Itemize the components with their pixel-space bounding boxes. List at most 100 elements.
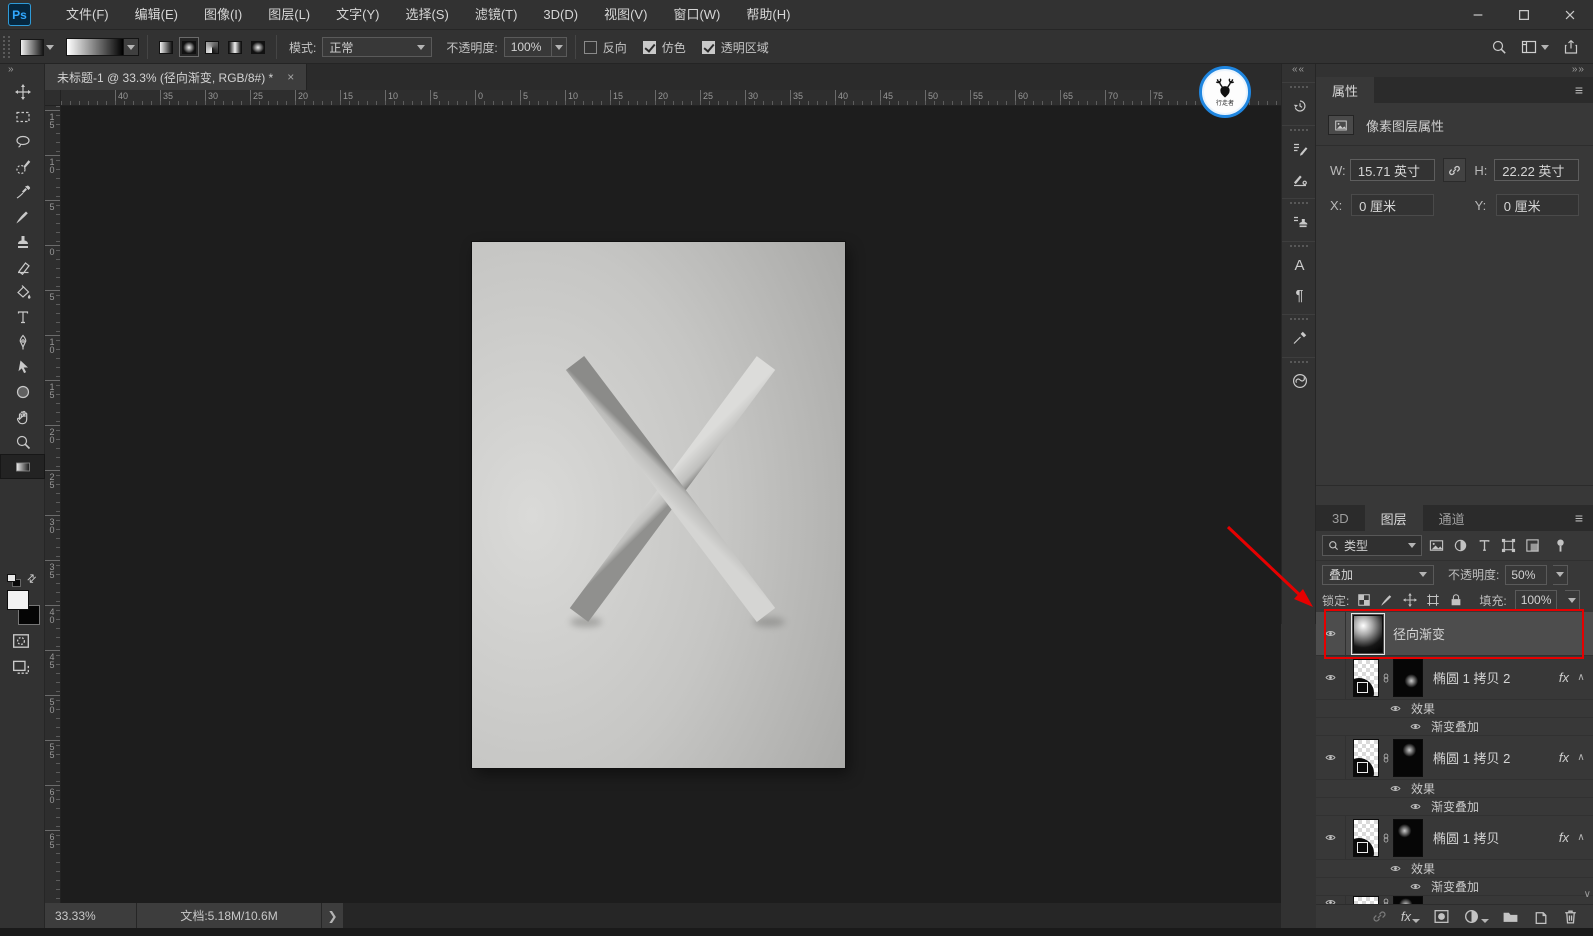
effect-visibility-toggle[interactable]: [1388, 863, 1403, 874]
tool-presets-panel-button[interactable]: [1282, 323, 1317, 353]
effect-row[interactable]: 渐变叠加: [1316, 798, 1593, 816]
document-tab[interactable]: 未标题-1 @ 33.3% (径向渐变, RGB/8#) * ×: [45, 64, 307, 90]
collapse-effects-icon[interactable]: ∧: [1569, 752, 1593, 763]
layer-row[interactable]: 径向渐变: [1316, 612, 1593, 656]
gradient-type-linear-button[interactable]: [156, 37, 176, 57]
workspace-switcher[interactable]: [1521, 39, 1549, 55]
lock-artboard-button[interactable]: [1426, 593, 1440, 607]
tool-preset-picker[interactable]: [20, 39, 54, 56]
clone-source-panel-button[interactable]: [1282, 207, 1317, 237]
checkbox-透明区域[interactable]: 透明区域: [702, 39, 769, 56]
menu-item[interactable]: 3D(D): [530, 0, 591, 30]
filter-smart-object-button[interactable]: [1525, 538, 1540, 553]
default-foreground-swatch[interactable]: [7, 574, 16, 582]
share-button[interactable]: [1563, 39, 1579, 55]
tab-通道[interactable]: 通道: [1423, 505, 1481, 531]
checkbox-仿色[interactable]: 仿色: [643, 39, 686, 56]
layer-mask-thumbnail[interactable]: [1393, 659, 1423, 697]
layer-visibility-toggle[interactable]: [1316, 736, 1346, 779]
effect-visibility-toggle[interactable]: [1408, 881, 1423, 892]
layer-name[interactable]: 椭圆 1 拷贝 2: [1433, 668, 1510, 687]
menu-item[interactable]: 滤镜(T): [462, 0, 531, 30]
layer-row[interactable]: 椭圆 1 拷贝 2 fx ∧: [1316, 656, 1593, 700]
tab-图层[interactable]: 图层: [1365, 505, 1423, 531]
fx-badge[interactable]: fx: [1559, 830, 1569, 845]
zoom-level-field[interactable]: 33.33%: [45, 903, 137, 928]
screen-mode-button[interactable]: [12, 658, 30, 676]
effect-row[interactable]: 效果: [1316, 780, 1593, 798]
brush-settings-panel-button[interactable]: [1282, 134, 1317, 164]
menu-item[interactable]: 帮助(H): [733, 0, 803, 30]
menu-item[interactable]: 编辑(E): [122, 0, 191, 30]
layer-opacity-field[interactable]: 50%: [1505, 565, 1547, 585]
swap-colors-icon[interactable]: ⇄: [24, 571, 40, 587]
character-panel-button[interactable]: A: [1282, 250, 1317, 280]
layer-opacity-dropdown[interactable]: [1553, 565, 1568, 585]
ruler-corner[interactable]: [45, 90, 61, 106]
collapse-effects-icon[interactable]: ∧: [1569, 832, 1593, 843]
tab-3D[interactable]: 3D: [1316, 505, 1365, 531]
gradient-preview[interactable]: [66, 38, 124, 56]
layer-name[interactable]: 椭圆 1 拷贝 2: [1433, 748, 1510, 767]
layer-visibility-toggle[interactable]: [1316, 656, 1346, 699]
horizontal-ruler[interactable]: 4035302520151050510152025303540455055606…: [61, 90, 1281, 106]
move-tool[interactable]: [0, 79, 45, 104]
vertical-ruler[interactable]: 1510505101520253035404550556065: [45, 106, 61, 903]
link-layers-button[interactable]: [1371, 908, 1388, 925]
x-field[interactable]: 0 厘米: [1351, 194, 1434, 216]
new-layer-button[interactable]: [1532, 908, 1549, 925]
link-dimensions-button[interactable]: [1443, 158, 1467, 182]
document-canvas[interactable]: [472, 242, 845, 768]
lasso-tool[interactable]: [0, 129, 45, 154]
opacity-dropdown-button[interactable]: [552, 37, 567, 57]
lock-pixels-button[interactable]: [1380, 593, 1394, 607]
type-tool[interactable]: [0, 304, 45, 329]
width-field[interactable]: 15.71 英寸: [1350, 159, 1435, 181]
gradient-tool[interactable]: [0, 454, 45, 479]
zoom-tool[interactable]: [0, 429, 45, 454]
maximize-button[interactable]: [1501, 0, 1547, 30]
panel-menu-icon[interactable]: ≡: [1575, 510, 1583, 526]
checkbox-icon[interactable]: [584, 41, 597, 54]
layer-mask-thumbnail[interactable]: [1393, 739, 1423, 777]
layer-row[interactable]: 椭圆 1 拷贝 fx ∧: [1316, 816, 1593, 860]
rect-marquee-tool[interactable]: [0, 104, 45, 129]
layer-name[interactable]: 径向渐变: [1393, 624, 1445, 643]
collapse-effects-icon[interactable]: ∧: [1569, 672, 1593, 683]
add-layer-style-button[interactable]: fx: [1401, 909, 1420, 924]
panel-menu-icon[interactable]: ≡: [1575, 82, 1583, 98]
menu-item[interactable]: 文字(Y): [323, 0, 392, 30]
layer-mask-thumbnail[interactable]: [1393, 819, 1423, 857]
hand-tool[interactable]: [0, 404, 45, 429]
effect-row[interactable]: 渐变叠加: [1316, 718, 1593, 736]
effect-visibility-toggle[interactable]: [1388, 783, 1403, 794]
minimize-button[interactable]: [1455, 0, 1501, 30]
layer-thumbnail[interactable]: [1353, 615, 1383, 653]
status-options-chevron[interactable]: ❯: [322, 903, 344, 928]
gradient-type-diamond-button[interactable]: [248, 37, 268, 57]
menu-item[interactable]: 视图(V): [591, 0, 660, 30]
libraries-panel-button[interactable]: [1282, 366, 1317, 396]
checkbox-icon[interactable]: [643, 41, 656, 54]
gradient-type-reflected-button[interactable]: [225, 37, 245, 57]
checkbox-icon[interactable]: [702, 41, 715, 54]
layer-blend-mode-select[interactable]: 叠加: [1322, 565, 1434, 585]
lock-position-button[interactable]: [1403, 593, 1417, 607]
gradient-type-radial-button[interactable]: [179, 37, 199, 57]
history-panel-button[interactable]: [1282, 91, 1317, 121]
filter-type-button[interactable]: [1477, 538, 1492, 553]
paragraph-panel-button[interactable]: ¶: [1282, 280, 1317, 310]
menu-item[interactable]: 图像(I): [191, 0, 255, 30]
lock-transparent-button[interactable]: [1357, 593, 1371, 607]
layer-visibility-toggle[interactable]: [1316, 612, 1346, 655]
effect-visibility-toggle[interactable]: [1388, 703, 1403, 714]
menu-item[interactable]: 文件(F): [53, 0, 122, 30]
shape-layer-thumbnail[interactable]: [1353, 819, 1379, 857]
eraser-tool[interactable]: [0, 254, 45, 279]
filter-adjustment-button[interactable]: [1453, 538, 1468, 553]
gradient-type-angle-button[interactable]: [202, 37, 222, 57]
fill-dropdown[interactable]: [1565, 590, 1580, 610]
effect-row[interactable]: 效果: [1316, 700, 1593, 718]
quick-select-tool[interactable]: [0, 154, 45, 179]
layer-visibility-toggle[interactable]: [1316, 896, 1346, 904]
